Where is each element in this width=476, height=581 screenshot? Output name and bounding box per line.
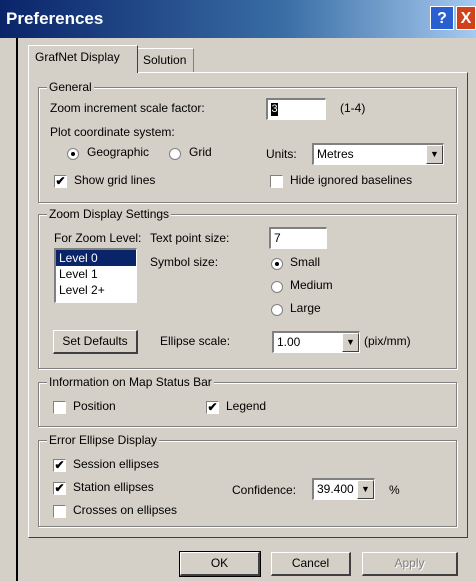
hide-ignored-baselines-label: Hide ignored baselines: [290, 173, 413, 187]
zoom-increment-value: 3: [271, 103, 278, 117]
zoom-increment-label: Zoom increment scale factor:: [50, 101, 205, 115]
preferences-dialog: Preferences ? X GrafNet Display Solution…: [0, 0, 476, 581]
status-bar-group: Information on Map Status Bar Position ✔…: [38, 375, 457, 427]
confidence-select[interactable]: 39.400 ▼: [312, 478, 375, 500]
crosses-on-ellipses-label: Crosses on ellipses: [73, 503, 178, 517]
tab-solution[interactable]: Solution: [136, 48, 194, 72]
units-value: Metres: [317, 147, 354, 161]
units-select[interactable]: Metres ▼: [312, 143, 444, 165]
tab-grafnet-display[interactable]: GrafNet Display: [28, 45, 138, 73]
list-item[interactable]: Level 0: [56, 250, 136, 266]
session-ellipses-checkbox[interactable]: ✔: [53, 459, 66, 472]
symbol-medium-label: Medium: [290, 278, 333, 292]
text-point-size-input[interactable]: 7: [269, 227, 327, 249]
zoom-range-hint: (1-4): [340, 101, 366, 115]
symbol-small-radio[interactable]: [271, 258, 283, 270]
crosses-on-ellipses-checkbox[interactable]: [53, 505, 66, 518]
grid-label: Grid: [189, 145, 212, 159]
legend-checkbox[interactable]: ✔: [206, 401, 219, 414]
symbol-large-radio[interactable]: [271, 304, 283, 316]
general-group: General Zoom increment scale factor: 3 (…: [38, 80, 457, 203]
grid-radio[interactable]: [169, 148, 181, 160]
units-label: Units:: [266, 147, 297, 161]
hide-ignored-baselines-checkbox[interactable]: [270, 175, 283, 188]
ellipse-scale-label: Ellipse scale:: [160, 334, 231, 348]
chevron-down-icon[interactable]: ▼: [426, 145, 443, 164]
window-title: Preferences: [6, 9, 104, 28]
list-item[interactable]: Level 1: [56, 266, 136, 282]
cancel-button[interactable]: Cancel: [271, 552, 351, 576]
ellipse-scale-select[interactable]: 1.00 ▼: [272, 331, 360, 353]
confidence-label: Confidence:: [232, 483, 297, 497]
geographic-radio[interactable]: [67, 148, 79, 160]
zoom-level-list[interactable]: Level 0 Level 1 Level 2+: [54, 248, 137, 303]
position-label: Position: [73, 399, 116, 413]
close-button[interactable]: X: [456, 6, 476, 30]
error-ellipse-legend: Error Ellipse Display: [47, 433, 160, 447]
zoom-display-legend: Zoom Display Settings: [47, 207, 172, 221]
set-defaults-button[interactable]: Set Defaults: [53, 330, 138, 354]
symbol-small-label: Small: [290, 255, 321, 269]
apply-button[interactable]: Apply: [362, 552, 458, 576]
show-grid-lines-checkbox[interactable]: ✔: [54, 175, 67, 188]
zoom-display-group: Zoom Display Settings For Zoom Level: Le…: [38, 207, 457, 369]
session-ellipses-label: Session ellipses: [73, 457, 160, 471]
symbol-large-label: Large: [290, 301, 321, 315]
text-point-size-label: Text point size:: [150, 231, 230, 245]
legend-label: Legend: [226, 399, 267, 413]
zoom-level-label: For Zoom Level:: [54, 231, 142, 245]
ellipse-scale-value: 1.00: [277, 335, 301, 349]
plot-coordinate-label: Plot coordinate system:: [50, 125, 175, 139]
error-ellipse-group: Error Ellipse Display ✔ Session ellipses…: [38, 433, 457, 527]
symbol-medium-radio[interactable]: [271, 281, 283, 293]
list-item[interactable]: Level 2+: [56, 282, 136, 298]
tab-panel-grafnet-display: General Zoom increment scale factor: 3 (…: [28, 72, 468, 538]
general-legend: General: [47, 80, 94, 94]
help-button[interactable]: ?: [430, 6, 454, 30]
geographic-label: Geographic: [87, 145, 150, 159]
zoom-increment-input[interactable]: 3: [266, 98, 326, 120]
symbol-size-label: Symbol size:: [150, 255, 219, 269]
show-grid-lines-label: Show grid lines: [74, 173, 156, 187]
title-bar[interactable]: Preferences ? X: [0, 0, 476, 38]
chevron-down-icon[interactable]: ▼: [357, 480, 374, 499]
ellipse-scale-unit: (pix/mm): [364, 334, 411, 348]
status-bar-legend: Information on Map Status Bar: [47, 375, 214, 389]
ok-button[interactable]: OK: [179, 551, 261, 577]
confidence-value: 39.400: [317, 482, 354, 496]
station-ellipses-label: Station ellipses: [73, 480, 154, 494]
station-ellipses-checkbox[interactable]: ✔: [53, 482, 66, 495]
percent-label: %: [389, 483, 400, 497]
position-checkbox[interactable]: [53, 401, 66, 414]
chevron-down-icon[interactable]: ▼: [342, 333, 359, 352]
